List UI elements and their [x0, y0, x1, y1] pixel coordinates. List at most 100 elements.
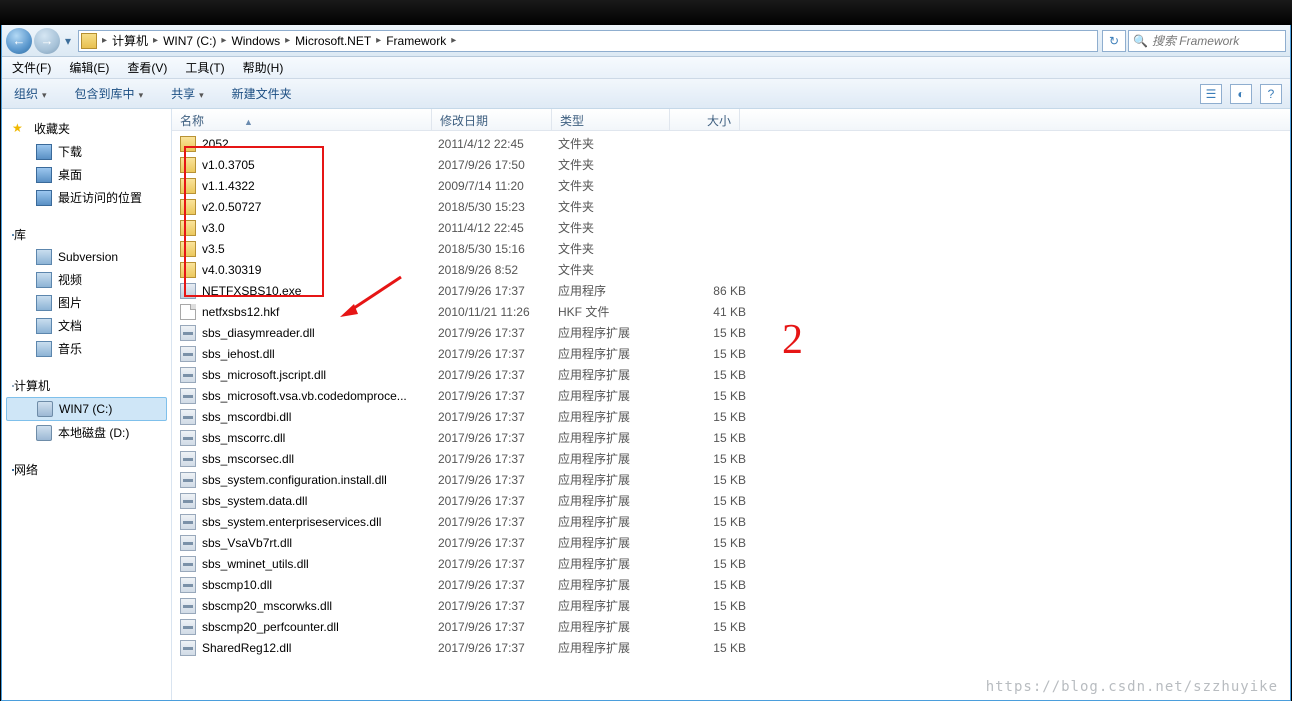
file-type: 应用程序扩展 — [558, 513, 676, 530]
file-type: 文件夹 — [558, 261, 676, 278]
file-name: sbscmp10.dll — [202, 578, 438, 592]
file-date: 2009/7/14 11:20 — [438, 179, 558, 193]
breadcrumb-msnet[interactable]: Microsoft.NET — [291, 34, 375, 48]
view-mode-button[interactable]: ☰ — [1200, 84, 1222, 104]
chevron-right-icon[interactable]: ▸ — [152, 35, 159, 46]
sidebar-favorites[interactable]: ★收藏夹 — [2, 117, 171, 140]
column-type[interactable]: 类型 — [552, 109, 670, 130]
sidebar: ★收藏夹 下载 桌面 最近访问的位置 库 Subversion 视频 图片 文档… — [2, 109, 172, 700]
menu-view[interactable]: 查看(V) — [121, 57, 173, 78]
menu-tools[interactable]: 工具(T) — [179, 57, 230, 78]
breadcrumb-windows[interactable]: Windows — [227, 34, 284, 48]
file-date: 2017/9/26 17:37 — [438, 326, 558, 340]
preview-pane-button[interactable]: ◐ — [1230, 84, 1252, 104]
breadcrumb-computer[interactable]: 计算机 — [108, 32, 152, 49]
file-type: 文件夹 — [558, 219, 676, 236]
file-date: 2011/4/12 22:45 — [438, 221, 558, 235]
sidebar-network[interactable]: 网络 — [2, 458, 171, 481]
table-row[interactable]: netfxsbs12.hkf 2010/11/21 11:26 HKF 文件 4… — [172, 301, 1290, 322]
table-row[interactable]: v1.0.3705 2017/9/26 17:50 文件夹 — [172, 154, 1290, 175]
table-row[interactable]: sbscmp20_mscorwks.dll 2017/9/26 17:37 应用… — [172, 595, 1290, 616]
table-row[interactable]: sbs_wminet_utils.dll 2017/9/26 17:37 应用程… — [172, 553, 1290, 574]
table-row[interactable]: v4.0.30319 2018/9/26 8:52 文件夹 — [172, 259, 1290, 280]
table-row[interactable]: sbs_iehost.dll 2017/9/26 17:37 应用程序扩展 15… — [172, 343, 1290, 364]
dll-icon — [180, 367, 196, 383]
table-row[interactable]: sbs_system.enterpriseservices.dll 2017/9… — [172, 511, 1290, 532]
dll-icon — [180, 556, 196, 572]
file-date: 2017/9/26 17:37 — [438, 452, 558, 466]
table-row[interactable]: sbs_VsaVb7rt.dll 2017/9/26 17:37 应用程序扩展 … — [172, 532, 1290, 553]
table-row[interactable]: sbs_microsoft.jscript.dll 2017/9/26 17:3… — [172, 364, 1290, 385]
sidebar-item-downloads[interactable]: 下载 — [2, 140, 171, 163]
file-type: 应用程序扩展 — [558, 492, 676, 509]
column-name[interactable]: 名称▲ — [172, 109, 432, 130]
forward-button[interactable]: → — [34, 28, 60, 54]
sidebar-item-d-drive[interactable]: 本地磁盘 (D:) — [2, 421, 171, 444]
sidebar-libraries[interactable]: 库 — [2, 223, 171, 246]
table-row[interactable]: sbs_system.configuration.install.dll 201… — [172, 469, 1290, 490]
sidebar-item-subversion[interactable]: Subversion — [2, 246, 171, 268]
sidebar-item-music[interactable]: 音乐 — [2, 337, 171, 360]
address-bar[interactable]: ▸ 计算机 ▸ WIN7 (C:) ▸ Windows ▸ Microsoft.… — [78, 30, 1098, 52]
search-input[interactable]: 🔍 搜索 Framework — [1128, 30, 1286, 52]
table-row[interactable]: sbs_mscorsec.dll 2017/9/26 17:37 应用程序扩展 … — [172, 448, 1290, 469]
file-date: 2018/5/30 15:23 — [438, 200, 558, 214]
file-name: v2.0.50727 — [202, 200, 438, 214]
table-row[interactable]: v3.5 2018/5/30 15:16 文件夹 — [172, 238, 1290, 259]
back-button[interactable]: ← — [6, 28, 32, 54]
sidebar-item-pictures[interactable]: 图片 — [2, 291, 171, 314]
table-row[interactable]: sbs_mscorrc.dll 2017/9/26 17:37 应用程序扩展 1… — [172, 427, 1290, 448]
breadcrumb-drive[interactable]: WIN7 (C:) — [159, 34, 220, 48]
table-row[interactable]: 2052 2011/4/12 22:45 文件夹 — [172, 133, 1290, 154]
file-size: 15 KB — [676, 410, 746, 424]
file-date: 2017/9/26 17:37 — [438, 347, 558, 361]
table-row[interactable]: NETFXSBS10.exe 2017/9/26 17:37 应用程序 86 K… — [172, 280, 1290, 301]
table-row[interactable]: sbs_system.data.dll 2017/9/26 17:37 应用程序… — [172, 490, 1290, 511]
chevron-right-icon[interactable]: ▸ — [284, 35, 291, 46]
column-size[interactable]: 大小 — [670, 109, 740, 130]
breadcrumb-framework[interactable]: Framework — [382, 34, 450, 48]
table-row[interactable]: sbs_mscordbi.dll 2017/9/26 17:37 应用程序扩展 … — [172, 406, 1290, 427]
table-row[interactable]: SharedReg12.dll 2017/9/26 17:37 应用程序扩展 1… — [172, 637, 1290, 658]
chevron-right-icon[interactable]: ▸ — [101, 35, 108, 46]
table-row[interactable]: v2.0.50727 2018/5/30 15:23 文件夹 — [172, 196, 1290, 217]
column-date[interactable]: 修改日期 — [432, 109, 552, 130]
history-dropdown[interactable]: ▾ — [62, 34, 74, 48]
menu-file[interactable]: 文件(F) — [6, 57, 57, 78]
table-row[interactable]: sbs_microsoft.vsa.vb.codedomproce... 201… — [172, 385, 1290, 406]
sidebar-computer[interactable]: 计算机 — [2, 374, 171, 397]
watermark: https://blog.csdn.net/szzhuyike — [986, 679, 1278, 695]
file-type: 应用程序扩展 — [558, 345, 676, 362]
file-type: 应用程序扩展 — [558, 534, 676, 551]
sidebar-item-recent[interactable]: 最近访问的位置 — [2, 186, 171, 209]
toolbar-include[interactable]: 包含到库中▾ — [75, 85, 144, 102]
sidebar-item-c-drive[interactable]: WIN7 (C:) — [6, 397, 167, 421]
toolbar-organize[interactable]: 组织▾ — [14, 85, 47, 102]
sidebar-item-video[interactable]: 视频 — [2, 268, 171, 291]
help-button[interactable]: ? — [1260, 84, 1282, 104]
file-name: sbs_iehost.dll — [202, 347, 438, 361]
refresh-button[interactable]: ↻ — [1102, 30, 1126, 52]
file-size: 15 KB — [676, 536, 746, 550]
file-type: 应用程序扩展 — [558, 639, 676, 656]
chevron-right-icon[interactable]: ▸ — [220, 35, 227, 46]
file-name: NETFXSBS10.exe — [202, 284, 438, 298]
table-row[interactable]: sbscmp20_perfcounter.dll 2017/9/26 17:37… — [172, 616, 1290, 637]
menu-edit[interactable]: 编辑(E) — [63, 57, 115, 78]
table-row[interactable]: v1.1.4322 2009/7/14 11:20 文件夹 — [172, 175, 1290, 196]
table-row[interactable]: sbs_diasymreader.dll 2017/9/26 17:37 应用程… — [172, 322, 1290, 343]
sidebar-item-desktop[interactable]: 桌面 — [2, 163, 171, 186]
table-row[interactable]: v3.0 2011/4/12 22:45 文件夹 — [172, 217, 1290, 238]
file-name: sbs_system.configuration.install.dll — [202, 473, 438, 487]
toolbar-newfolder[interactable]: 新建文件夹 — [232, 85, 292, 102]
video-icon — [36, 272, 52, 288]
chevron-right-icon[interactable]: ▸ — [450, 35, 457, 46]
file-type: 文件夹 — [558, 240, 676, 257]
star-icon: ★ — [12, 121, 28, 137]
toolbar-share[interactable]: 共享▾ — [171, 85, 204, 102]
menu-help[interactable]: 帮助(H) — [237, 57, 290, 78]
chevron-right-icon[interactable]: ▸ — [375, 35, 382, 46]
file-size: 15 KB — [676, 599, 746, 613]
table-row[interactable]: sbscmp10.dll 2017/9/26 17:37 应用程序扩展 15 K… — [172, 574, 1290, 595]
sidebar-item-documents[interactable]: 文档 — [2, 314, 171, 337]
